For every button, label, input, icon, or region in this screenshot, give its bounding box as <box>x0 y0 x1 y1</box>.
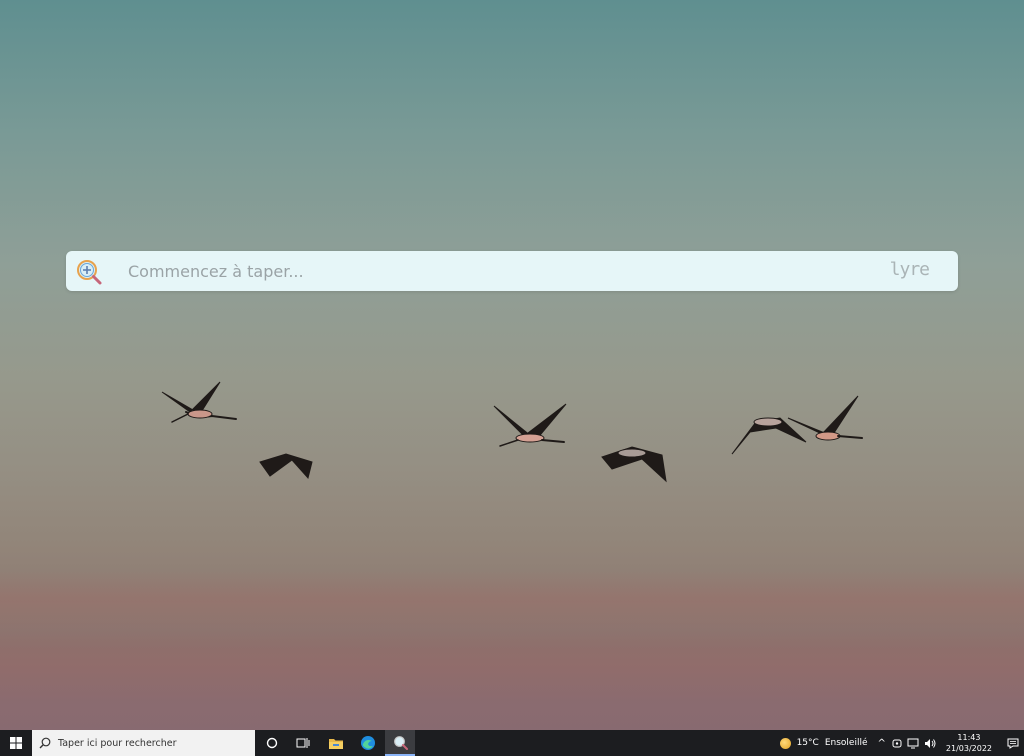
task-view-icon <box>296 738 310 748</box>
weather-temperature[interactable]: 15°C <box>797 738 819 748</box>
flamingo-bird <box>731 417 807 455</box>
start-button[interactable] <box>0 730 32 756</box>
flamingos-image <box>161 381 863 483</box>
edge-button[interactable] <box>353 730 383 756</box>
volume-icon[interactable] <box>924 738 936 749</box>
search-app-icon <box>393 735 408 750</box>
weather-condition[interactable]: Ensoleillé <box>825 738 868 748</box>
search-bar[interactable]: lyre <box>66 251 958 291</box>
system-tray: 15°C Ensoleillé ^ 11:43 21/03/2022 <box>779 730 1024 756</box>
edge-icon <box>361 736 375 750</box>
flamingo-bird <box>493 403 567 447</box>
windows-logo-icon <box>10 737 22 749</box>
search-input[interactable] <box>128 257 888 285</box>
network-icon[interactable] <box>907 738 919 749</box>
notification-icon <box>1007 738 1019 749</box>
magnifier-plus-icon[interactable] <box>75 258 103 286</box>
clock-date: 21/03/2022 <box>945 744 992 753</box>
cortana-icon <box>266 737 278 749</box>
chevron-up-icon[interactable]: ^ <box>878 738 886 749</box>
notification-center-button[interactable] <box>1002 730 1024 756</box>
flamingo-bird <box>161 381 237 423</box>
taskbar: Taper ici pour rechercher 15°C Ensoleill… <box>0 730 1024 756</box>
clock-time: 11:43 <box>957 733 981 742</box>
task-view-button[interactable] <box>288 730 318 756</box>
flamingo-bird <box>259 453 313 480</box>
search-app-button[interactable] <box>385 730 415 756</box>
taskbar-search-box[interactable]: Taper ici pour rechercher <box>32 730 255 756</box>
flamingo-bird <box>787 395 863 441</box>
file-explorer-icon <box>329 738 343 749</box>
weather-sun-icon <box>779 737 791 749</box>
meet-now-icon[interactable] <box>892 738 902 749</box>
desktop-wallpaper: lyre <box>0 0 1024 756</box>
clock[interactable]: 11:43 21/03/2022 <box>946 732 992 754</box>
brand-logo: lyre <box>889 259 930 280</box>
flamingo-bird <box>601 446 667 483</box>
taskbar-search-placeholder: Taper ici pour rechercher <box>58 737 177 749</box>
cortana-button[interactable] <box>257 730 287 756</box>
file-explorer-button[interactable] <box>321 730 351 756</box>
search-icon <box>39 737 51 749</box>
